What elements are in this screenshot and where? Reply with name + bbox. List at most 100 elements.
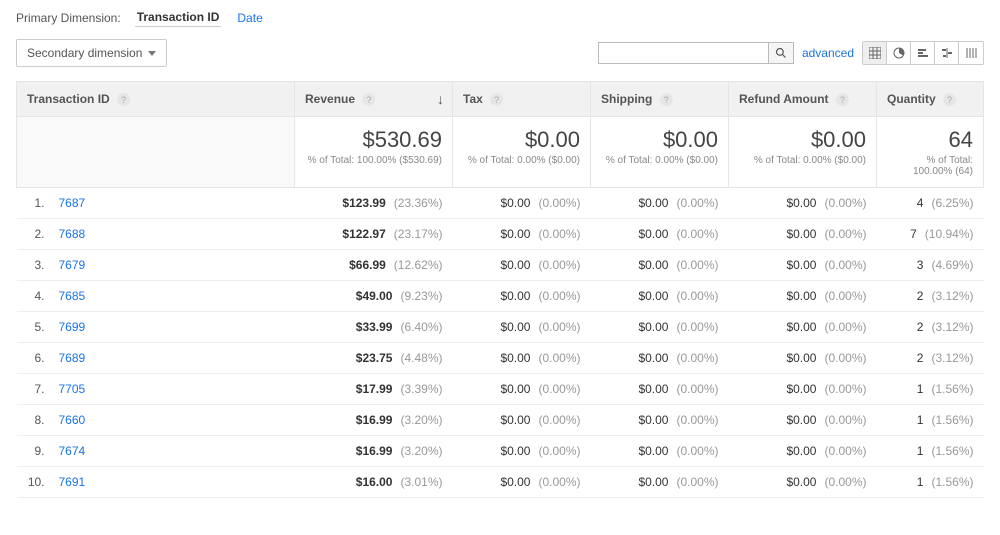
row-shipping: $0.00(0.00%): [591, 405, 729, 436]
search-input[interactable]: [598, 42, 768, 64]
total-sub: % of Total: 100.00% ($530.69): [305, 155, 442, 166]
total-tax: $0.00 % of Total: 0.00% ($0.00): [453, 117, 591, 188]
row-revenue: $16.99(3.20%): [295, 436, 453, 467]
view-performance-button[interactable]: [911, 42, 935, 64]
row-number: 10.: [17, 467, 49, 498]
row-transaction-id: 7674: [49, 436, 295, 467]
total-value: $530.69: [305, 127, 442, 153]
transaction-link[interactable]: 7660: [59, 413, 86, 427]
row-number: 8.: [17, 405, 49, 436]
view-comparison-button[interactable]: [935, 42, 959, 64]
row-tax: $0.00(0.00%): [453, 219, 591, 250]
help-icon[interactable]: ?: [490, 93, 503, 106]
row-tax: $0.00(0.00%): [453, 405, 591, 436]
row-transaction-id: 7660: [49, 405, 295, 436]
col-header-refund[interactable]: Refund Amount ?: [729, 82, 877, 117]
row-quantity: 2(3.12%): [877, 312, 984, 343]
row-tax: $0.00(0.00%): [453, 250, 591, 281]
primary-dimension-bar: Primary Dimension: Transaction ID Date: [16, 6, 984, 35]
row-revenue: $23.75(4.48%): [295, 343, 453, 374]
table-icon: [869, 47, 881, 59]
row-shipping: $0.00(0.00%): [591, 436, 729, 467]
col-header-quantity[interactable]: Quantity ?: [877, 82, 984, 117]
row-number: 4.: [17, 281, 49, 312]
row-tax: $0.00(0.00%): [453, 281, 591, 312]
col-header-shipping[interactable]: Shipping ?: [591, 82, 729, 117]
row-shipping: $0.00(0.00%): [591, 467, 729, 498]
help-icon[interactable]: ?: [943, 93, 956, 106]
row-quantity: 1(1.56%): [877, 467, 984, 498]
col-header-revenue[interactable]: Revenue ? ↓: [295, 82, 453, 117]
col-header-tax[interactable]: Tax ?: [453, 82, 591, 117]
row-shipping: $0.00(0.00%): [591, 343, 729, 374]
col-label: Revenue: [305, 92, 355, 106]
row-transaction-id: 7689: [49, 343, 295, 374]
row-tax: $0.00(0.00%): [453, 467, 591, 498]
transaction-link[interactable]: 7699: [59, 320, 86, 334]
advanced-link[interactable]: advanced: [802, 46, 854, 60]
transaction-link[interactable]: 7687: [59, 196, 86, 210]
chevron-down-icon: [148, 51, 156, 56]
col-header-transaction-id[interactable]: Transaction ID ?: [17, 82, 295, 117]
row-transaction-id: 7679: [49, 250, 295, 281]
total-value: $0.00: [601, 127, 718, 153]
row-transaction-id: 7691: [49, 467, 295, 498]
help-icon[interactable]: ?: [117, 93, 130, 106]
total-refund: $0.00 % of Total: 0.00% ($0.00): [729, 117, 877, 188]
row-revenue: $49.00(9.23%): [295, 281, 453, 312]
row-number: 9.: [17, 436, 49, 467]
transaction-link[interactable]: 7691: [59, 475, 86, 489]
help-icon[interactable]: ?: [660, 93, 673, 106]
report-table: Transaction ID ? Revenue ? ↓ Tax ? Shipp…: [16, 81, 984, 498]
table-header-row: Transaction ID ? Revenue ? ↓ Tax ? Shipp…: [17, 82, 984, 117]
transaction-link[interactable]: 7689: [59, 351, 86, 365]
table-row: 9. 7674 $16.99(3.20%) $0.00(0.00%)$0.00(0.0…: [17, 436, 984, 467]
col-label: Tax: [463, 92, 483, 106]
row-number: 5.: [17, 312, 49, 343]
help-icon[interactable]: ?: [362, 93, 375, 106]
row-tax: $0.00(0.00%): [453, 312, 591, 343]
search-button[interactable]: [768, 42, 794, 64]
transaction-link[interactable]: 7674: [59, 444, 86, 458]
view-pie-button[interactable]: [887, 42, 911, 64]
row-tax: $0.00(0.00%): [453, 374, 591, 405]
search-wrapper: [598, 42, 794, 64]
row-number: 6.: [17, 343, 49, 374]
row-transaction-id: 7705: [49, 374, 295, 405]
table-row: 8.7660$16.99(3.20%)$0.00(0.00%)$0.00(0.0…: [17, 405, 984, 436]
total-value: $0.00: [739, 127, 866, 153]
row-refund: $0.00(0.00%): [729, 219, 877, 250]
row-shipping: $0.00(0.00%): [591, 250, 729, 281]
secondary-dimension-button[interactable]: Secondary dimension: [16, 39, 167, 67]
total-quantity: 64 % of Total: 100.00% (64): [877, 117, 984, 188]
row-refund: $0.00(0.00%): [729, 374, 877, 405]
tab-date[interactable]: Date: [235, 9, 264, 27]
row-shipping: $0.00(0.00%): [591, 219, 729, 250]
help-icon[interactable]: ?: [836, 93, 849, 106]
primary-dimension-label: Primary Dimension:: [16, 11, 121, 25]
total-revenue: $530.69 % of Total: 100.00% ($530.69): [295, 117, 453, 188]
row-transaction-id: 7699: [49, 312, 295, 343]
row-quantity: 4(6.25%): [877, 188, 984, 219]
total-sub: % of Total: 0.00% ($0.00): [601, 155, 718, 166]
row-refund: $0.00(0.00%): [729, 188, 877, 219]
row-revenue: $66.99(12.62%): [295, 250, 453, 281]
row-revenue: $122.97(23.17%): [295, 219, 453, 250]
tab-transaction-id[interactable]: Transaction ID: [135, 8, 222, 27]
row-revenue: $123.99(23.36%): [295, 188, 453, 219]
row-shipping: $0.00(0.00%): [591, 281, 729, 312]
row-transaction-id: 7685: [49, 281, 295, 312]
row-refund: $0.00(0.00%): [729, 250, 877, 281]
view-pivot-button[interactable]: [959, 42, 983, 64]
total-shipping: $0.00 % of Total: 0.00% ($0.00): [591, 117, 729, 188]
transaction-link[interactable]: 7679: [59, 258, 86, 272]
view-table-button[interactable]: [863, 42, 887, 64]
table-row: 1.7687$123.99(23.36%)$0.00(0.00%)$0.00(0…: [17, 188, 984, 219]
transaction-link[interactable]: 7688: [59, 227, 86, 241]
transaction-link[interactable]: 7705: [59, 382, 86, 396]
table-row: 2.7688$122.97(23.17%)$0.00(0.00%)$0.00(0…: [17, 219, 984, 250]
row-revenue: $16.99(3.20%): [295, 405, 453, 436]
row-refund: $0.00(0.00%): [729, 436, 877, 467]
totals-row: $530.69 % of Total: 100.00% ($530.69) $0…: [17, 117, 984, 188]
transaction-link[interactable]: 7685: [59, 289, 86, 303]
